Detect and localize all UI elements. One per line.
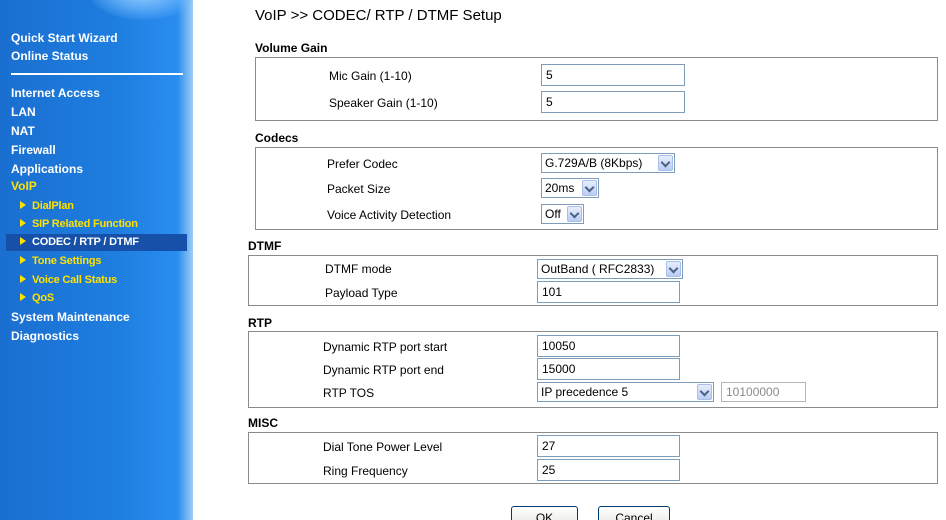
section-title-dtmf: DTMF [248,239,282,253]
voice-activity-detection-select[interactable]: Off [541,204,584,224]
page-title: VoIP >> CODEC/ RTP / DTMF Setup [255,7,502,24]
dropdown-arrow-icon [666,261,681,277]
dtmf-mode-select[interactable]: OutBand ( RFC2833) [537,259,683,279]
dropdown-arrow-icon [582,180,597,196]
prefer-codec-select[interactable]: G.729A/B (8Kbps) [541,153,675,173]
payload-type-input[interactable] [537,281,680,303]
ok-button[interactable]: OK [511,506,578,520]
ring-frequency-input[interactable] [537,459,680,481]
sidebar-subitem-tone-settings[interactable]: Tone Settings [20,255,102,267]
sidebar-nav: Quick Start Wizard Online Status Interne… [0,0,193,520]
dropdown-arrow-icon [567,206,582,222]
section-title-misc: MISC [248,416,278,430]
sidebar-item-system-maintenance[interactable]: System Maintenance [11,310,130,324]
section-title-rtp: RTP [248,316,272,330]
prefer-codec-label: Prefer Codec [327,157,398,171]
sidebar-subitem-voice-call-status[interactable]: Voice Call Status [20,274,117,286]
sidebar-divider [11,73,183,75]
sidebar-item-diagnostics[interactable]: Diagnostics [11,329,79,343]
dropdown-arrow-icon [697,384,712,400]
sidebar-subitem-sip-related-function[interactable]: SIP Related Function [20,218,138,230]
sidebar-item-voip[interactable]: VoIP [11,179,37,193]
mic-gain-input[interactable] [541,64,685,86]
sidebar-item-internet-access[interactable]: Internet Access [11,86,100,100]
sidebar-item-quick-start-wizard[interactable]: Quick Start Wizard [11,31,118,45]
cancel-button[interactable]: Cancel [598,506,670,520]
sidebar-subitem-dialplan[interactable]: DialPlan [20,200,74,212]
packet-size-label: Packet Size [327,182,391,196]
sidebar-item-online-status[interactable]: Online Status [11,49,88,63]
rtp-tos-label: RTP TOS [323,386,375,400]
voice-activity-detection-label: Voice Activity Detection [327,208,452,222]
dial-tone-power-level-label: Dial Tone Power Level [323,440,443,454]
sidebar-item-applications[interactable]: Applications [11,162,83,176]
sidebar-item-firewall[interactable]: Firewall [11,143,56,157]
dropdown-arrow-icon [658,155,673,171]
rtp-port-end-input[interactable] [537,358,680,380]
sidebar-subitem-qos[interactable]: QoS [20,292,54,304]
packet-size-select[interactable]: 20ms [541,178,599,198]
section-title-codecs: Codecs [255,131,299,145]
dial-tone-power-level-input[interactable] [537,435,680,457]
rtp-tos-bits-input [721,382,806,402]
speaker-gain-input[interactable] [541,91,685,113]
sidebar-item-lan[interactable]: LAN [11,105,36,119]
payload-type-label: Payload Type [325,286,398,300]
rtp-port-start-input[interactable] [537,335,680,357]
triangle-right-icon [20,275,26,283]
mic-gain-label: Mic Gain (1-10) [329,69,412,83]
triangle-right-icon [20,293,26,301]
triangle-right-icon [20,237,26,245]
sidebar-item-nat[interactable]: NAT [11,124,35,138]
dtmf-mode-label: DTMF mode [325,262,392,276]
section-title-volume-gain: Volume Gain [255,41,328,55]
rtp-port-start-label: Dynamic RTP port start [323,340,448,354]
sidebar-subitem-codec-rtp-dtmf[interactable]: CODEC / RTP / DTMF [6,234,187,251]
rtp-port-end-label: Dynamic RTP port end [323,363,444,377]
triangle-right-icon [20,219,26,227]
triangle-right-icon [20,256,26,264]
speaker-gain-label: Speaker Gain (1-10) [329,96,438,110]
sidebar-glow [88,0,193,20]
rtp-tos-select[interactable]: IP precedence 5 [537,382,714,402]
triangle-right-icon [20,201,26,209]
ring-frequency-label: Ring Frequency [323,464,408,478]
